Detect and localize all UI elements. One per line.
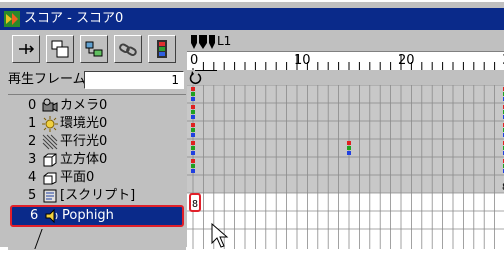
pin-icon <box>19 44 35 54</box>
score-window: スコア - スコア0 再生フレーム 1 0 カメラ0 1 環境光0 2 平行光0… <box>0 0 504 250</box>
directional-light-icon <box>42 134 58 150</box>
tree-line <box>34 229 53 249</box>
object-row-plane[interactable]: 4 平面0 <box>10 169 184 187</box>
object-index: 0 <box>28 98 37 113</box>
link-icon <box>119 43 137 56</box>
film-button[interactable] <box>148 35 176 63</box>
playback-frame-input[interactable] <box>84 71 184 89</box>
window-title: スコア - スコア0 <box>24 11 124 26</box>
object-row-ambient-light[interactable]: 1 環境光0 <box>10 115 184 133</box>
object-name: [スクリプト] <box>60 188 136 203</box>
ambient-light-icon <box>42 116 58 132</box>
key-marker <box>191 110 195 114</box>
key-marker <box>191 146 195 150</box>
plane-icon <box>43 172 57 185</box>
pin-button[interactable] <box>12 35 40 63</box>
key-marker <box>347 146 351 150</box>
object-index: 5 <box>28 188 37 203</box>
object-name: 平面0 <box>60 170 95 185</box>
ruler-tick-label: 20 <box>398 53 415 68</box>
marker-flag-icon <box>199 35 207 49</box>
app-icon <box>4 11 20 27</box>
timeline-panel: L1 0 10 20 30 88 <box>187 33 504 249</box>
tree-button[interactable] <box>80 35 108 63</box>
object-list: 0 カメラ0 1 環境光0 2 平行光0 3 立方体0 4 平面0 5 [スクリ… <box>8 94 186 250</box>
tree-icon <box>85 41 103 57</box>
script-icon <box>43 189 57 203</box>
key-marker <box>191 169 195 173</box>
key-marker <box>191 105 195 109</box>
object-row-camera[interactable]: 0 カメラ0 <box>10 97 184 115</box>
object-row-directional-light[interactable]: 2 平行光0 <box>10 133 184 151</box>
marker-flag-icon <box>209 35 215 49</box>
marker-row <box>191 35 215 49</box>
film-icon <box>157 40 167 58</box>
object-row-cube[interactable]: 3 立方体0 <box>10 151 184 169</box>
score-grid[interactable]: 88 <box>187 85 504 249</box>
sound-icon <box>45 208 58 224</box>
title-bar[interactable]: スコア - スコア0 <box>0 8 504 30</box>
key-marker <box>191 123 195 127</box>
key-marker <box>191 141 195 145</box>
mouse-cursor-icon <box>211 222 231 253</box>
toolbar <box>8 33 186 67</box>
refresh-icon[interactable] <box>189 71 205 85</box>
object-index: 4 <box>28 170 37 185</box>
windows-button[interactable] <box>46 35 74 63</box>
key-marker <box>191 128 195 132</box>
ruler-tick-label: 0 <box>190 53 199 68</box>
key-row <box>187 71 504 85</box>
object-index: 2 <box>28 134 37 149</box>
marker-label: L1 <box>217 34 232 48</box>
camera-icon <box>42 98 58 112</box>
key-marker <box>191 87 195 91</box>
key-marker <box>191 115 195 119</box>
key-marker <box>347 151 351 155</box>
ruler-ticks <box>192 54 496 70</box>
frame-ruler[interactable]: 0 10 20 30 <box>187 51 504 88</box>
windows-icon <box>51 40 69 58</box>
key-marker <box>191 133 195 137</box>
key-marker <box>191 159 195 163</box>
playback-frame-row: 再生フレーム <box>8 70 186 90</box>
key-marker <box>191 97 195 101</box>
link-button[interactable] <box>114 35 142 63</box>
object-name: 環境光0 <box>60 116 108 131</box>
key-marker <box>191 164 195 168</box>
key-marker <box>347 141 351 145</box>
cube-icon <box>43 153 57 167</box>
object-row-script[interactable]: 5 [スクリプト] <box>10 187 184 205</box>
ruler-tick-label: 10 <box>294 53 311 68</box>
marker-flag-icon <box>191 35 197 49</box>
object-index: 1 <box>28 116 37 131</box>
object-name: Pophigh <box>62 208 114 223</box>
object-row-pophigh-selected[interactable]: 6 Pophigh <box>10 205 184 227</box>
object-name: 立方体0 <box>60 152 108 167</box>
object-name: カメラ0 <box>60 98 108 113</box>
object-index: 3 <box>28 152 37 167</box>
sound-key-marker-label: 8 <box>192 199 198 210</box>
key-marker <box>191 92 195 96</box>
playback-frame-label: 再生フレーム <box>8 72 86 87</box>
key-marker <box>191 151 195 155</box>
object-index: 6 <box>30 208 39 223</box>
timeline-ruler[interactable]: L1 0 10 20 30 <box>187 33 504 88</box>
object-name: 平行光0 <box>60 134 108 149</box>
